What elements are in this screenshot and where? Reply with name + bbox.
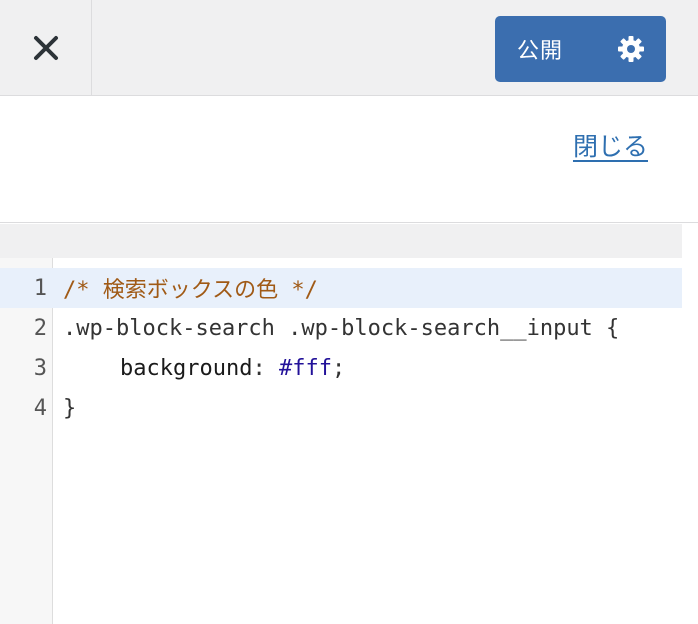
line-number: 2 — [33, 315, 47, 341]
gear-icon — [618, 36, 644, 62]
publish-button-group: 公開 — [495, 16, 666, 82]
code-line-4[interactable]: 4 } — [0, 388, 682, 428]
section-panel: 閉じる — [0, 97, 698, 223]
line-number: 4 — [33, 395, 47, 421]
close-section-link[interactable]: 閉じる — [573, 127, 648, 163]
editor-toolbar-strip — [0, 224, 682, 258]
code-line-3[interactable]: 3 background: #fff; — [0, 348, 682, 388]
css-property: background — [120, 355, 253, 381]
code-selector: .wp-block-search .wp-block-search__input… — [63, 315, 620, 341]
code-line-2[interactable]: 2 .wp-block-search .wp-block-search__inp… — [0, 308, 682, 348]
customizer-header: 公開 — [0, 0, 698, 96]
css-colon: : — [252, 355, 279, 381]
code-line-1[interactable]: 1 /* 検索ボックスの色 */ — [0, 268, 682, 308]
css-value: #fff — [278, 355, 332, 381]
panel-right-edge — [682, 224, 698, 624]
line-number: 1 — [33, 275, 47, 301]
css-code-editor[interactable]: 1 /* 検索ボックスの色 */ 2 .wp-block-search .wp-… — [0, 258, 682, 624]
close-customizer-button[interactable] — [0, 0, 92, 95]
code-comment: /* 検索ボックスの色 */ — [63, 278, 318, 303]
line-number: 3 — [33, 355, 47, 381]
publish-settings-button[interactable] — [615, 33, 647, 65]
code-closing-brace: } — [63, 395, 77, 421]
code-declaration: background: #fff; — [120, 356, 345, 381]
publish-button[interactable]: 公開 — [517, 16, 563, 82]
css-semicolon: ; — [331, 355, 346, 381]
close-icon — [33, 35, 58, 60]
